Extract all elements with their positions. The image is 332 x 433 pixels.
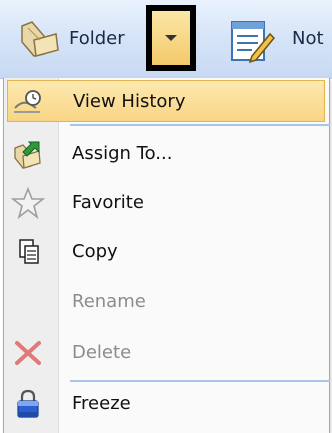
delete-icon [15, 341, 41, 365]
menu-separator [70, 124, 330, 126]
menu-item-label: Copy [72, 241, 118, 262]
assign-icon [14, 141, 41, 169]
menu-item-label: Rename [72, 291, 146, 312]
menu-item-label: Freeze [72, 393, 131, 414]
folder-dropdown-button[interactable] [146, 5, 196, 71]
menu-item-label: View History [73, 91, 186, 112]
menu-item-assign-to[interactable]: Assign To... [7, 133, 325, 175]
toolbar: Folder Not [0, 0, 332, 79]
dropdown-menu: View History Assign To... Favorite Copy … [3, 78, 330, 433]
menu-item-label: Assign To... [72, 143, 173, 164]
menu-item-copy[interactable]: Copy [7, 231, 325, 273]
star-icon [11, 187, 45, 219]
menu-item-view-history[interactable]: View History [7, 80, 325, 122]
history-icon [14, 90, 41, 113]
notes-button-label[interactable]: Not [292, 28, 324, 50]
menu-item-freeze[interactable]: Freeze [7, 383, 325, 425]
folder-button-label[interactable]: Folder [69, 28, 125, 50]
menu-item-rename[interactable]: Rename [7, 281, 325, 323]
chevron-down-icon [165, 35, 177, 41]
notes-icon [231, 21, 276, 64]
folder-icon [21, 21, 59, 57]
copy-icon [19, 239, 39, 264]
menu-item-favorite[interactable]: Favorite [7, 182, 325, 224]
menu-item-label: Delete [72, 342, 132, 363]
menu-item-delete[interactable]: Delete [7, 332, 325, 374]
menu-separator [70, 380, 330, 382]
freeze-icon [17, 389, 39, 418]
menu-item-label: Favorite [72, 192, 144, 213]
